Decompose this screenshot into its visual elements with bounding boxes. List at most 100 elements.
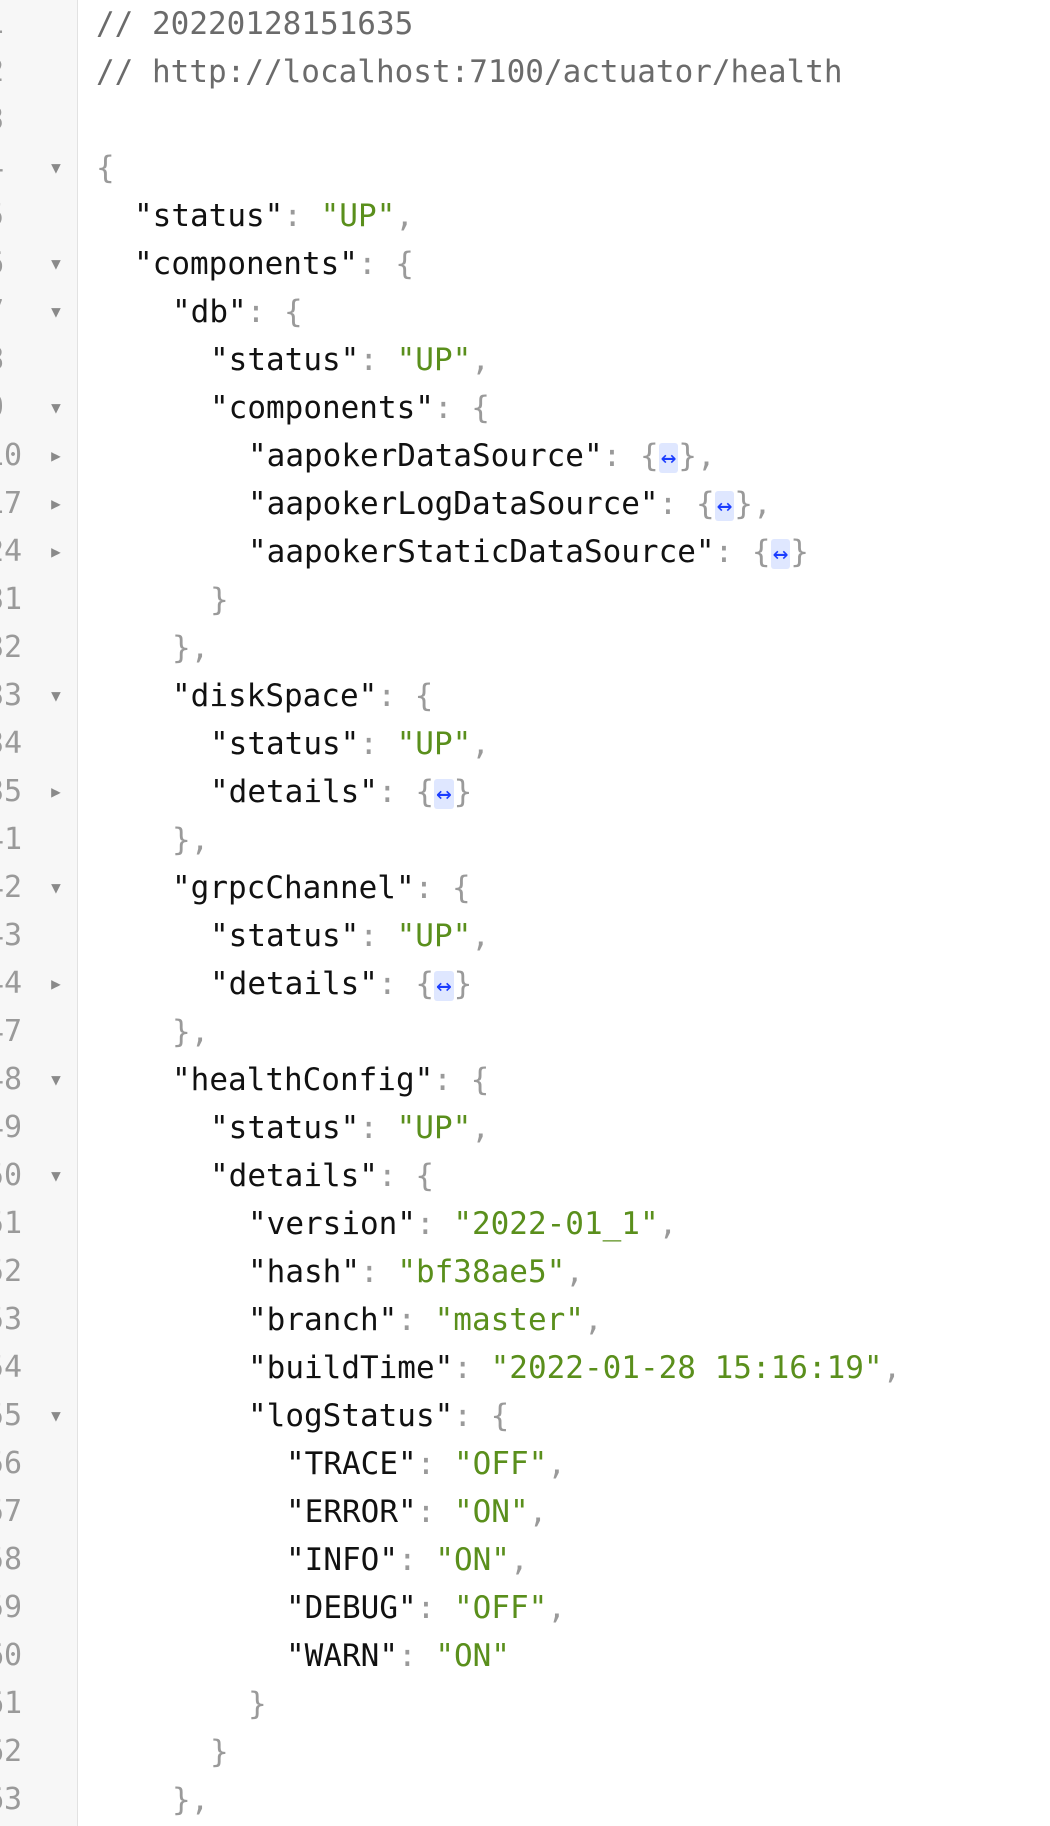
expand-ellipsis-icon[interactable]: ↔ [714, 491, 735, 521]
json-key: "ERROR" [286, 1494, 417, 1530]
json-string-value: "master" [434, 1302, 584, 1338]
expand-ellipsis-icon[interactable]: ↔ [658, 443, 679, 473]
line-content: "aapokerDataSource": {↔}, [248, 432, 716, 482]
line-number: 6 [0, 240, 26, 288]
code-line: 10 ▶ "aapokerDataSource": {↔}, [0, 432, 1050, 480]
fold-expanded-icon[interactable]: ▼ [46, 672, 66, 720]
line-number: 35 [0, 774, 23, 809]
colon: : [377, 1158, 416, 1194]
colon: : [433, 1062, 471, 1098]
code-line: 35 ▶ "details": {↔} [0, 768, 1050, 816]
code-line: 49 "status": "UP", [0, 1104, 1050, 1152]
line-content: "INFO": "ON", [286, 1536, 529, 1584]
close-brace: } [248, 1686, 267, 1722]
line-number: 10 [0, 438, 23, 473]
line-number: 1 [0, 0, 26, 48]
line-number: 63 [0, 1782, 23, 1817]
line-content: "healthConfig": { [172, 1056, 489, 1104]
fold-expanded-icon[interactable]: ▼ [46, 1392, 66, 1440]
expand-ellipsis-icon[interactable]: ↔ [433, 971, 454, 1001]
code-line: 43 "status": "UP", [0, 912, 1050, 960]
fold-collapsed-icon[interactable]: ▶ [46, 432, 66, 480]
fold-expanded-icon[interactable]: ▼ [46, 1056, 66, 1104]
code-line: 54 "buildTime": "2022-01-28 15:16:19", [0, 1344, 1050, 1392]
fold-expanded-icon[interactable]: ▼ [46, 240, 66, 288]
open-brace: { [490, 1398, 510, 1434]
fold-collapsed-icon[interactable]: ▶ [46, 528, 66, 576]
line-content: "branch": "master", [248, 1296, 603, 1344]
line-content: }, [172, 1008, 209, 1056]
colon: : [397, 1302, 435, 1338]
open-brace: { [639, 438, 659, 474]
expand-ellipsis-icon[interactable]: ↔ [770, 539, 791, 569]
close-brace: } [453, 774, 473, 810]
line-number: 51 [0, 1206, 23, 1241]
line-content: "diskSpace": { [172, 672, 433, 720]
colon: : [415, 1206, 454, 1242]
colon: : [359, 1254, 398, 1290]
code-line: 1 // 20220128151635 [0, 0, 1050, 48]
line-content: "hash": "bf38ae5", [248, 1248, 584, 1296]
fold-expanded-icon[interactable]: ▼ [46, 144, 66, 192]
line-number: 34 [0, 726, 23, 761]
line-content: "details": { [210, 1152, 434, 1200]
code-line: 48 ▼ "healthConfig": { [0, 1056, 1050, 1104]
fold-expanded-icon[interactable]: ▼ [46, 288, 66, 336]
line-content: "status": "UP", [134, 192, 414, 240]
json-string-value: "OFF" [453, 1446, 548, 1482]
code-line: 55 ▼ "logStatus": { [0, 1392, 1050, 1440]
line-content: }, [172, 816, 209, 864]
code-line: 47}, [0, 1008, 1050, 1056]
close-brace: }, [172, 630, 210, 666]
code-line: 17 ▶ "aapokerLogDataSource": {↔}, [0, 480, 1050, 528]
json-key: "grpcChannel" [172, 870, 415, 906]
colon: : [359, 918, 397, 954]
colon: : [414, 870, 452, 906]
line-number: 42 [0, 870, 23, 905]
line-content: "details": {↔} [210, 960, 472, 1010]
open-brace: { [471, 390, 490, 426]
fold-collapsed-icon[interactable]: ▶ [46, 960, 66, 1008]
json-string-value: "2022-01-28 15:16:19" [490, 1350, 883, 1386]
colon: : [714, 534, 752, 570]
line-content: // 20220128151635 [96, 0, 413, 48]
code-line: 59 "DEBUG": "OFF", [0, 1584, 1050, 1632]
line-number: 3 [0, 96, 26, 144]
fold-expanded-icon[interactable]: ▼ [46, 384, 66, 432]
code-line: 57 "ERROR": "ON", [0, 1488, 1050, 1536]
line-content: }, [172, 624, 209, 672]
line-number: 53 [0, 1302, 23, 1337]
colon: : [416, 1446, 454, 1482]
line-number: 55 [0, 1398, 23, 1433]
code-line: 2 // http://localhost:7100/actuator/healt… [0, 48, 1050, 96]
line-number: 17 [0, 486, 23, 521]
code-line: 7 ▼ "db": { [0, 288, 1050, 336]
json-key: "healthConfig" [172, 1062, 434, 1098]
fold-expanded-icon[interactable]: ▼ [46, 1152, 66, 1200]
line-content: } [210, 576, 229, 624]
colon: : [416, 1494, 454, 1530]
json-key: "diskSpace" [172, 678, 378, 714]
open-brace: { [451, 870, 471, 906]
json-string-value: "UP" [396, 342, 472, 378]
expand-ellipsis-icon[interactable]: ↔ [433, 779, 454, 809]
json-string-value: "ON" [453, 1494, 529, 1530]
line-content: "buildTime": "2022-01-28 15:16:19", [248, 1344, 901, 1392]
colon: : [377, 678, 415, 714]
comma: , [583, 1302, 603, 1338]
fold-collapsed-icon[interactable]: ▶ [46, 768, 66, 816]
open-brace: { [414, 678, 434, 714]
fold-expanded-icon[interactable]: ▼ [46, 864, 66, 912]
line-content: "logStatus": { [248, 1392, 509, 1440]
code-line: 33 ▼ "diskSpace": { [0, 672, 1050, 720]
json-string-value: "UP" [396, 1110, 472, 1146]
line-number: 31 [0, 582, 23, 617]
line-number: 33 [0, 678, 23, 713]
comma: , [547, 1590, 566, 1626]
line-content: "version": "2022-01_1", [248, 1200, 677, 1248]
fold-collapsed-icon[interactable]: ▶ [46, 480, 66, 528]
line-number: 62 [0, 1734, 23, 1769]
line-number: 41 [0, 822, 23, 857]
json-viewer: 1 // 20220128151635 2 // http://localhost:7… [0, 0, 1050, 1824]
json-key: "status" [210, 918, 360, 954]
